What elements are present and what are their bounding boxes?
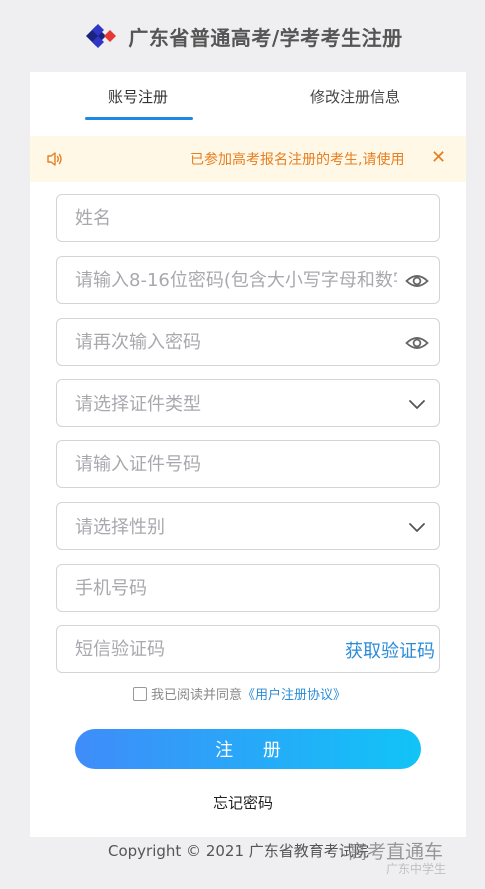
eye-icon[interactable] — [405, 270, 429, 292]
sms-code-field: 获取验证码 — [56, 625, 440, 673]
page-header: 广东省普通高考/学考考生注册 — [0, 0, 485, 72]
chevron-down-icon — [409, 400, 425, 409]
password-input[interactable] — [57, 257, 439, 303]
tab-bar: 账号注册 修改注册信息 — [30, 72, 466, 122]
notice-text: 已参加高考报名注册的考生,请使用 — [190, 152, 405, 168]
id-type-placeholder: 请选择证件类型 — [75, 394, 201, 415]
diamond-logo-icon — [86, 24, 117, 48]
phone-input[interactable] — [57, 565, 439, 611]
tab-account-register[interactable]: 账号注册 — [108, 86, 168, 107]
id-number-input[interactable] — [57, 441, 439, 487]
close-icon[interactable]: ✕ — [431, 147, 446, 169]
phone-field — [56, 564, 440, 612]
id-number-field — [56, 440, 440, 488]
agreement-prefix: 我已阅读并同意 — [151, 688, 243, 703]
registration-card: 账号注册 修改注册信息 已参加高考报名注册的考生,请使用 ✕ 请选择证件类型 — [30, 72, 466, 837]
id-type-select[interactable]: 请选择证件类型 — [56, 379, 440, 427]
forgot-password-link[interactable]: 忘记密码 — [213, 792, 273, 813]
name-input[interactable] — [57, 195, 439, 241]
active-tab-indicator — [85, 117, 193, 120]
user-agreement-link[interactable]: 《用户注册协议》 — [242, 684, 346, 703]
tab-modify-register-info[interactable]: 修改注册信息 — [310, 86, 400, 107]
gender-placeholder: 请选择性别 — [75, 517, 165, 538]
password-field — [56, 256, 440, 304]
password-confirm-field — [56, 318, 440, 366]
agreement-row: 我已阅读并同意 《用户注册协议》 — [133, 684, 346, 703]
name-field — [56, 194, 440, 242]
watermark-subtext: 广东中学生 — [386, 862, 447, 876]
agreement-checkbox[interactable] — [133, 686, 147, 701]
speaker-icon — [47, 152, 62, 166]
eye-icon[interactable] — [405, 332, 429, 354]
get-sms-code-button[interactable]: 获取验证码 — [345, 637, 435, 663]
notice-banner: 已参加高考报名注册的考生,请使用 ✕ — [30, 136, 466, 182]
copyright-text: Copyright © 2021 广东省教育考试院 — [108, 842, 369, 860]
page-title: 广东省普通高考/学考考生注册 — [128, 25, 403, 50]
password-confirm-input[interactable] — [57, 319, 439, 365]
gender-select[interactable]: 请选择性别 — [56, 502, 440, 550]
chevron-down-icon — [409, 523, 425, 532]
register-button[interactable]: 注 册 — [75, 729, 421, 769]
